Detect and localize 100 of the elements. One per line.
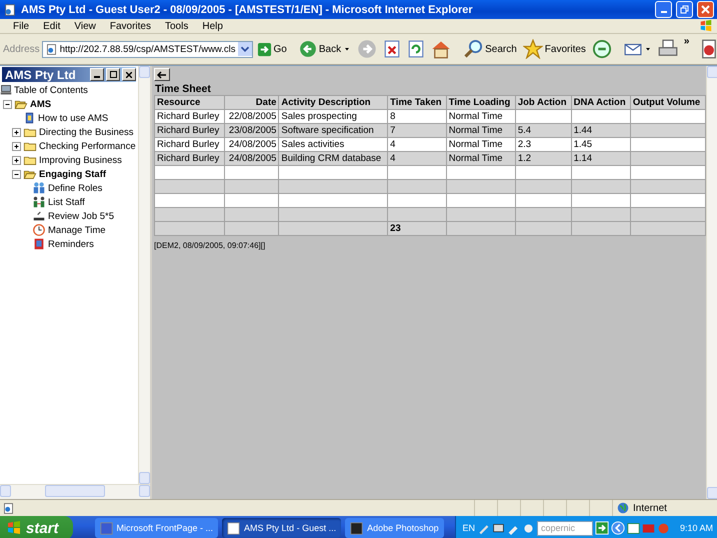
- tree-root[interactable]: Table of Contents: [14, 84, 88, 96]
- menu-item[interactable]: View: [67, 20, 103, 32]
- scrollbar[interactable]: [138, 66, 150, 484]
- people-icon: [32, 195, 46, 209]
- table-cell: 24/08/2005: [224, 152, 279, 166]
- start-button[interactable]: start: [0, 516, 73, 538]
- zone-label: Internet: [633, 502, 667, 514]
- search-icon: [463, 39, 484, 59]
- tray-app-icon: [656, 522, 670, 534]
- close-icon: [126, 72, 132, 78]
- table-cell: Building CRM database: [278, 152, 388, 166]
- tray-icon: [32, 209, 46, 223]
- table-cell: 1.14: [571, 152, 630, 166]
- column-header: Date: [224, 96, 279, 110]
- column-header: Resource: [154, 96, 224, 110]
- document-icon: [699, 39, 717, 59]
- menu-item[interactable]: File: [6, 20, 36, 32]
- tray-app-icon: [626, 522, 640, 534]
- go-button[interactable]: Go: [254, 40, 289, 58]
- tree-item[interactable]: Checking Performance: [39, 140, 136, 152]
- table-cell: 8: [388, 110, 446, 124]
- table-cell: Normal Time: [446, 124, 516, 138]
- taskbar-button[interactable]: AMS Pty Ltd - Guest ...: [222, 518, 342, 538]
- people-icon: [32, 181, 46, 195]
- collapse-icon[interactable]: [12, 170, 21, 178]
- tree-item[interactable]: List Staff: [48, 196, 85, 208]
- app-icon: [227, 522, 240, 534]
- taskbar-button[interactable]: Adobe Photoshop: [345, 518, 444, 538]
- tree-item[interactable]: AMS: [30, 98, 52, 110]
- column-header: Job Action: [515, 96, 572, 110]
- column-header: Time Loading: [446, 96, 516, 110]
- table-cell: Richard Burley: [154, 152, 224, 166]
- computer-icon: [0, 84, 12, 96]
- search-button[interactable]: Search: [461, 37, 519, 61]
- tree-item[interactable]: Improving Business: [39, 154, 122, 166]
- tree-item[interactable]: Engaging Staff: [39, 168, 106, 180]
- footer-text: [DEM2, 08/09/2005, 09:07:46][]: [154, 241, 266, 250]
- table-cell: Sales prospecting: [278, 110, 388, 124]
- menu-item[interactable]: Favorites: [102, 20, 158, 32]
- restore-button[interactable]: [676, 1, 693, 18]
- search-field[interactable]: copernic: [536, 520, 593, 536]
- scrollbar[interactable]: [0, 484, 150, 499]
- menu-item[interactable]: Tools: [158, 20, 196, 32]
- table-cell: Normal Time: [446, 138, 516, 152]
- printer-icon: [658, 39, 678, 59]
- table-cell: 22/08/2005: [224, 110, 279, 124]
- maximize-icon: [110, 71, 116, 78]
- close-icon: [701, 5, 710, 14]
- table-cell: Sales activities: [278, 138, 388, 152]
- close-button[interactable]: [122, 68, 136, 81]
- tree-item[interactable]: Reminders: [48, 238, 94, 250]
- table-cell: 1.44: [571, 124, 630, 138]
- table-cell: 4: [388, 138, 446, 152]
- table-cell: 2.3: [515, 138, 572, 152]
- column-header: DNA Action: [571, 96, 630, 110]
- collapse-icon[interactable]: [3, 100, 12, 108]
- windows-flag-icon: [699, 19, 713, 33]
- page-icon: [2, 502, 15, 514]
- tree-item[interactable]: Define Roles: [48, 182, 102, 194]
- table-cell: 1.2: [515, 152, 572, 166]
- expand-icon[interactable]: [12, 128, 21, 136]
- globe-icon: [617, 502, 629, 514]
- tree-item[interactable]: Manage Time: [48, 224, 106, 236]
- table-cell: Software specification: [278, 124, 388, 138]
- tree-item[interactable]: Review Job 5*5: [48, 210, 114, 222]
- expand-icon[interactable]: [12, 142, 21, 150]
- address-field[interactable]: http://202.7.88.59/csp/AMSTEST/www.cls: [42, 40, 253, 58]
- taskbar-button[interactable]: Microsoft FrontPage - ...: [94, 518, 218, 538]
- minimize-icon: [94, 76, 100, 78]
- menu-item[interactable]: Help: [195, 20, 230, 32]
- windows-flag-icon: [6, 520, 22, 536]
- table-cell: 5.4: [515, 124, 572, 138]
- star-icon: [522, 39, 543, 59]
- house-icon: [431, 39, 452, 59]
- tree-item[interactable]: Directing the Business: [39, 126, 134, 138]
- stop-icon: [383, 40, 402, 58]
- table-cell: 24/08/2005: [224, 138, 279, 152]
- tree-item[interactable]: How to use AMS: [38, 112, 108, 124]
- more-button[interactable]: »: [682, 34, 692, 49]
- caret-icon: [644, 45, 652, 53]
- clock: 9:10 AM: [680, 523, 713, 533]
- dropdown-icon: [238, 42, 252, 56]
- back-button[interactable]: [154, 68, 170, 81]
- column-header: Output Volume: [630, 96, 706, 110]
- table-cell: Richard Burley: [154, 138, 224, 152]
- maximize-button[interactable]: [106, 68, 120, 81]
- refresh-icon: [407, 40, 426, 58]
- table-cell: 4: [388, 152, 446, 166]
- back-arrow-icon: [157, 70, 167, 78]
- chevron-icon: [610, 521, 625, 535]
- caret-icon: [343, 45, 352, 53]
- menu-item[interactable]: Edit: [36, 20, 68, 32]
- expand-icon[interactable]: [12, 156, 21, 164]
- table-cell: Normal Time: [446, 110, 516, 124]
- column-header: Activity Description: [278, 96, 388, 110]
- table-cell: Richard Burley: [154, 124, 224, 138]
- minimize-button[interactable]: [90, 68, 104, 81]
- back-button[interactable]: Back: [296, 38, 354, 60]
- favorites-button[interactable]: Favorites: [520, 37, 588, 61]
- table-cell: 23/08/2005: [224, 124, 279, 138]
